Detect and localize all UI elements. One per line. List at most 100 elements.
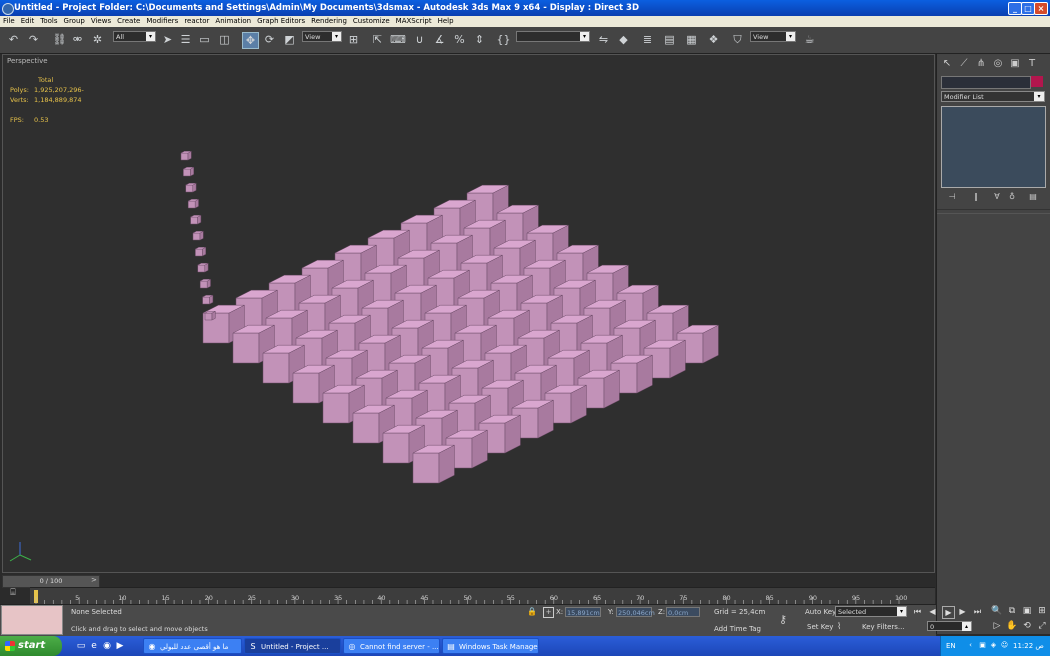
taskbar-item-browser-error[interactable]: ◎ Cannot find server - ... [343,638,440,654]
key-icon[interactable]: ⚷ [779,613,787,626]
object-name-field[interactable] [941,76,1031,89]
menu-maxscript[interactable]: MAXScript [393,16,435,25]
zoom-extents-icon[interactable]: ▣ [1021,605,1033,617]
pan-icon[interactable]: ✋ [1006,620,1018,632]
current-frame-field[interactable]: 0 ▴ [927,621,972,631]
modifier-list-dropdown[interactable]: Modifier List ▾ [941,91,1045,102]
select-and-rotate-icon[interactable]: ⟳ [262,32,277,47]
internet-explorer-icon[interactable]: e [88,640,100,652]
hierarchy-tab-icon[interactable]: ⋔ [975,58,987,70]
next-frame-icon[interactable]: ▶ [957,606,968,617]
spinner-snap-icon[interactable]: ⇕ [472,32,487,47]
key-tangent-icon[interactable]: ⌇ [837,622,841,632]
mirror-icon[interactable]: ⇋ [596,32,611,47]
key-filters-button[interactable]: Key Filters... [862,623,905,631]
previous-frame-icon[interactable]: ◀ [927,606,938,617]
media-player-icon[interactable]: ▶ [114,640,126,652]
menu-tools[interactable]: Tools [37,16,60,25]
messenger-icon[interactable]: ☺ [1000,641,1009,650]
maximize-viewport-icon[interactable]: ⤢ [1036,620,1048,632]
quick-render-icon[interactable]: ☕ [802,32,817,47]
make-unique-icon[interactable]: ∀ [992,192,1002,202]
z-coordinate-field[interactable]: 0,0cm [666,607,700,617]
select-by-name-icon[interactable]: ☰ [178,32,193,47]
render-type-dropdown[interactable]: View ▾ [750,31,796,42]
auto-key-button[interactable]: Auto Key [805,608,836,616]
remove-modifier-icon[interactable]: ♁ [1007,192,1017,202]
x-coordinate-field[interactable]: 15,891cm [565,607,601,617]
y-coordinate-field[interactable]: 250,046cm [616,607,655,617]
window-crossing-icon[interactable]: ◫ [217,32,232,47]
render-setup-icon[interactable]: ⛉ [730,32,745,47]
link-icon[interactable]: ⛓ [52,32,67,47]
menu-modifiers[interactable]: Modifiers [143,16,181,25]
language-indicator[interactable]: EN [946,642,956,650]
edit-named-selection-icon[interactable]: {} [496,32,511,47]
menu-reactor[interactable]: reactor [181,16,212,25]
select-and-move-icon[interactable]: ✥ [242,32,259,49]
menu-create[interactable]: Create [114,16,143,25]
named-selection-dropdown[interactable]: ▾ [516,31,590,42]
zoom-all-icon[interactable]: ⧉ [1006,605,1018,617]
undo-icon[interactable]: ↶ [6,32,21,47]
menu-rendering[interactable]: Rendering [308,16,350,25]
play-icon[interactable]: ▶ [942,606,955,619]
absolute-mode-icon[interactable]: + [543,607,554,618]
selection-filter-dropdown[interactable]: All ▾ [113,31,156,42]
tray-expand-icon[interactable]: ‹ [966,641,975,650]
menu-graph-editors[interactable]: Graph Editors [254,16,308,25]
snap-toggle-icon[interactable]: ∪ [412,32,427,47]
select-and-scale-icon[interactable]: ◩ [282,32,297,47]
menu-animation[interactable]: Animation [212,16,254,25]
modify-tab-icon[interactable]: ⟋ [958,58,970,70]
angle-snap-icon[interactable]: ∡ [432,32,447,47]
keyboard-shortcut-icon[interactable]: ⌨ [390,32,406,47]
zoom-extents-all-icon[interactable]: ⊞ [1036,605,1048,617]
motion-tab-icon[interactable]: ◎ [992,58,1004,70]
perspective-viewport[interactable]: Perspective Total Polys: 1,925,207,296- V… [2,54,935,573]
object-color-swatch[interactable] [1031,76,1043,87]
curve-editor-icon[interactable]: ▤ [662,32,677,47]
key-mode-dropdown[interactable]: Selected ▾ [835,606,907,617]
close-button[interactable]: × [1034,2,1048,15]
utilities-tab-icon[interactable]: T [1026,58,1038,70]
redo-icon[interactable]: ↷ [26,32,41,47]
add-time-tag-button[interactable]: Add Time Tag [714,625,761,633]
percent-snap-icon[interactable]: % [452,32,467,47]
manipulate-icon[interactable]: ⇱ [370,32,385,47]
unlink-icon[interactable]: ⚮ [70,32,85,47]
field-of-view-icon[interactable]: ▷ [991,620,1003,632]
taskbar-item-3dsmax[interactable]: S Untitled - Project ... [244,638,341,654]
zoom-icon[interactable]: 🔍 [991,605,1003,617]
maximize-button[interactable]: □ [1021,2,1035,15]
taskbar-item-task-manager[interactable]: ▤ Windows Task Manager [442,638,539,654]
align-icon[interactable]: ◆ [616,32,631,47]
menu-views[interactable]: Views [88,16,114,25]
show-end-result-icon[interactable]: ‖ [971,192,981,202]
taskbar-item-firefox[interactable]: ◉ ما هو أقصى عدد للبولي [143,638,242,654]
app-icon[interactable] [2,3,14,15]
pivot-point-icon[interactable]: ⊞ [346,32,361,47]
minimize-button[interactable]: _ [1008,2,1022,15]
menu-customize[interactable]: Customize [350,16,393,25]
bind-space-warp-icon[interactable]: ✲ [90,32,105,47]
reference-coordinate-dropdown[interactable]: View ▾ [302,31,342,42]
layer-manager-icon[interactable]: ≣ [640,32,655,47]
show-desktop-icon[interactable]: ▭ [75,640,87,652]
set-key-button[interactable]: Set Key [807,623,833,631]
modifier-stack[interactable] [941,106,1046,188]
menu-help[interactable]: Help [435,16,457,25]
pin-stack-icon[interactable]: ⊣ [947,192,957,202]
select-object-icon[interactable]: ➤ [160,32,175,47]
firefox-icon[interactable]: ◉ [101,640,113,652]
viewport-label[interactable]: Perspective [7,57,48,65]
go-to-start-icon[interactable]: ⏮ [912,606,923,617]
material-editor-icon[interactable]: ❖ [706,32,721,47]
menu-file[interactable]: File [0,16,18,25]
maxscript-listener-mini[interactable] [1,605,63,635]
time-slider-next-icon[interactable]: > [91,576,97,584]
security-icon[interactable]: ◈ [989,641,998,650]
go-to-end-icon[interactable]: ⏭ [972,606,983,617]
menu-edit[interactable]: Edit [18,16,38,25]
rectangular-selection-icon[interactable]: ▭ [197,32,212,47]
